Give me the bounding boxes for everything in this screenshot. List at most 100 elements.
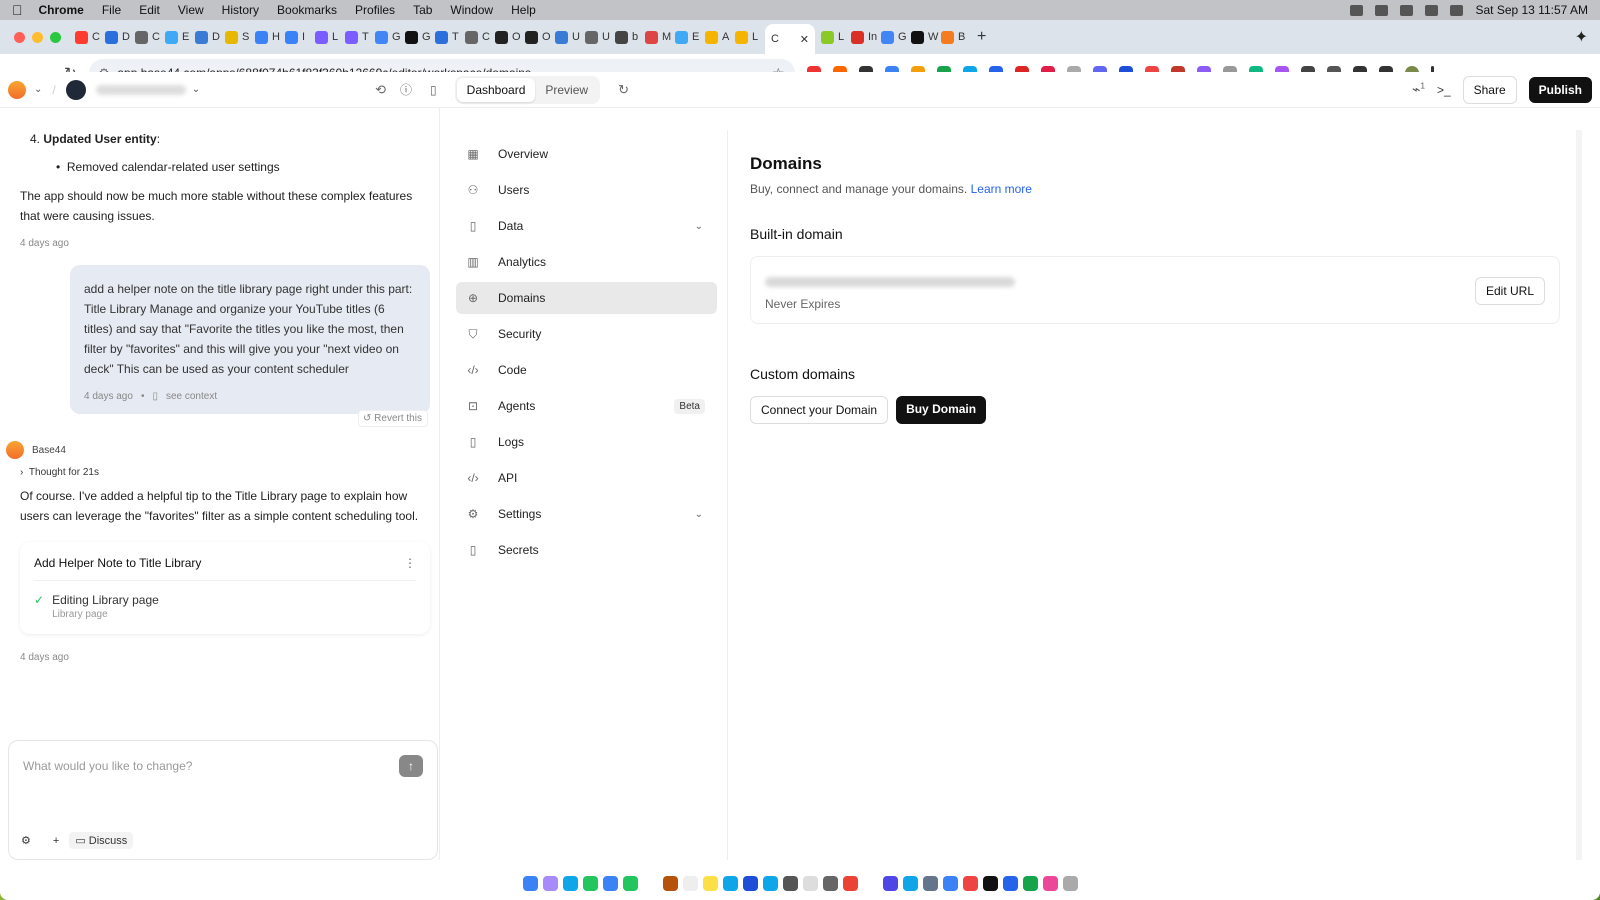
new-tab-button[interactable]: +	[977, 28, 986, 46]
safari-icon[interactable]	[563, 876, 578, 891]
send-button[interactable]: ↑	[399, 755, 423, 777]
app-icon[interactable]	[963, 876, 978, 891]
browser-tab[interactable]: D	[105, 25, 135, 49]
sidebar-item-security[interactable]: ⛉Security	[456, 318, 717, 350]
terminal-icon[interactable]: >_	[1437, 83, 1451, 97]
settings-icon[interactable]: ⚙	[21, 834, 31, 847]
sidebar-item-data[interactable]: ▯Data⌄	[456, 210, 717, 242]
search-icon[interactable]	[1425, 5, 1438, 16]
app-icon[interactable]	[923, 876, 938, 891]
edit-url-button[interactable]: Edit URL	[1475, 277, 1545, 305]
browser-tab[interactable]: E	[165, 25, 195, 49]
app-icon[interactable]	[1003, 876, 1018, 891]
chevron-down-icon[interactable]: ⌄	[695, 221, 703, 232]
menu-history[interactable]: History	[222, 3, 259, 17]
sidebar-item-analytics[interactable]: ▥Analytics	[456, 246, 717, 278]
finder-icon[interactable]	[523, 876, 538, 891]
sidebar-item-overview[interactable]: ▦Overview	[456, 138, 717, 170]
learn-more-link[interactable]: Learn more	[971, 182, 1032, 196]
refresh-icon[interactable]: ↻	[618, 82, 629, 98]
browser-tab[interactable]: G	[405, 25, 435, 49]
mail-icon[interactable]	[603, 876, 618, 891]
menu-bookmarks[interactable]: Bookmarks	[277, 3, 337, 17]
buy-domain-button[interactable]: Buy Domain	[896, 396, 986, 424]
gemini-icon[interactable]: ✦	[1575, 27, 1588, 47]
control-center-icon[interactable]	[1450, 5, 1463, 16]
app-icon[interactable]	[723, 876, 738, 891]
wifi-icon[interactable]	[1400, 5, 1413, 16]
browser-tab[interactable]: G	[375, 25, 405, 49]
trash-icon[interactable]	[1063, 876, 1078, 891]
tab-active[interactable]: C ✕	[765, 24, 815, 54]
browser-tab[interactable]: T	[345, 25, 375, 49]
browser-tab[interactable]: O	[495, 25, 525, 49]
menu-window[interactable]: Window	[450, 3, 493, 17]
app-icon[interactable]	[943, 876, 958, 891]
browser-tab[interactable]: L	[735, 25, 765, 49]
app-icon[interactable]	[803, 876, 818, 891]
sidebar-item-users[interactable]: ⚇Users	[456, 174, 717, 206]
browser-tab[interactable]: In	[851, 25, 881, 49]
browser-tab[interactable]: O	[525, 25, 555, 49]
zoom-window-button[interactable]	[50, 32, 61, 43]
sidebar-item-code[interactable]: ‹/›Code	[456, 354, 717, 386]
menu-profiles[interactable]: Profiles	[355, 3, 395, 17]
browser-tab[interactable]: S	[225, 25, 255, 49]
browser-tab[interactable]: G	[881, 25, 911, 49]
browser-tab[interactable]: C	[75, 25, 105, 49]
history-icon[interactable]: ⟲	[375, 82, 386, 98]
browser-tab[interactable]: H	[255, 25, 285, 49]
more-icon[interactable]: ⋮	[404, 556, 416, 570]
close-tab-icon[interactable]: ✕	[800, 33, 809, 46]
sidebar-item-settings[interactable]: ⚙Settings⌄	[456, 498, 717, 530]
revert-button[interactable]: ↺ Revert this	[358, 410, 428, 427]
facetime-icon[interactable]	[623, 876, 638, 891]
app-icon[interactable]	[863, 876, 878, 891]
app-icon[interactable]	[983, 876, 998, 891]
calendar-icon[interactable]	[643, 876, 658, 891]
sidebar-toggle-icon[interactable]: ▯	[430, 83, 437, 97]
menu-file[interactable]: File	[102, 3, 121, 17]
minimize-window-button[interactable]	[32, 32, 43, 43]
sidebar-item-secrets[interactable]: ▯Secrets	[456, 534, 717, 566]
menu-app[interactable]: Chrome	[39, 3, 84, 17]
thought-toggle[interactable]: › Thought for 21s	[20, 467, 419, 478]
app-icon[interactable]	[903, 876, 918, 891]
browser-tab[interactable]: T	[435, 25, 465, 49]
notes-icon[interactable]	[703, 876, 718, 891]
launchpad-icon[interactable]	[543, 876, 558, 891]
chrome-icon[interactable]	[843, 876, 858, 891]
app-icon[interactable]	[743, 876, 758, 891]
project-name-redacted[interactable]	[96, 85, 186, 95]
app-icon[interactable]	[823, 876, 838, 891]
app-icon[interactable]	[783, 876, 798, 891]
chevron-down-icon[interactable]: ⌄	[192, 84, 200, 95]
browser-tab[interactable]: M	[645, 25, 675, 49]
composer-input[interactable]: What would you like to change?	[23, 759, 192, 773]
browser-tab[interactable]: D	[195, 25, 225, 49]
audio-icon[interactable]	[1375, 5, 1388, 16]
browser-tab[interactable]: C	[465, 25, 495, 49]
menu-help[interactable]: Help	[511, 3, 536, 17]
browser-tab[interactable]: U	[555, 25, 585, 49]
browser-tab[interactable]: C	[135, 25, 165, 49]
app-icon[interactable]	[883, 876, 898, 891]
browser-tab[interactable]: b	[615, 25, 645, 49]
discuss-button[interactable]: ▭ Discuss	[69, 832, 133, 849]
reminders-icon[interactable]	[683, 876, 698, 891]
browser-tab[interactable]: L	[821, 25, 851, 49]
messages-icon[interactable]	[583, 876, 598, 891]
sidebar-item-logs[interactable]: ▯Logs	[456, 426, 717, 458]
screen-icon[interactable]	[1350, 5, 1363, 16]
add-icon[interactable]: +	[53, 835, 59, 847]
browser-tab[interactable]: U	[585, 25, 615, 49]
menu-tab[interactable]: Tab	[413, 3, 432, 17]
help-icon[interactable]: ⓘ	[400, 81, 412, 98]
scrollbar[interactable]	[1576, 130, 1582, 860]
chevron-down-icon[interactable]: ⌄	[34, 84, 42, 95]
see-context-link[interactable]: see context	[166, 391, 217, 402]
tab-preview[interactable]: Preview	[535, 78, 598, 102]
excel-icon[interactable]	[1023, 876, 1038, 891]
project-icon[interactable]	[66, 80, 86, 100]
app-store-icon[interactable]	[763, 876, 778, 891]
